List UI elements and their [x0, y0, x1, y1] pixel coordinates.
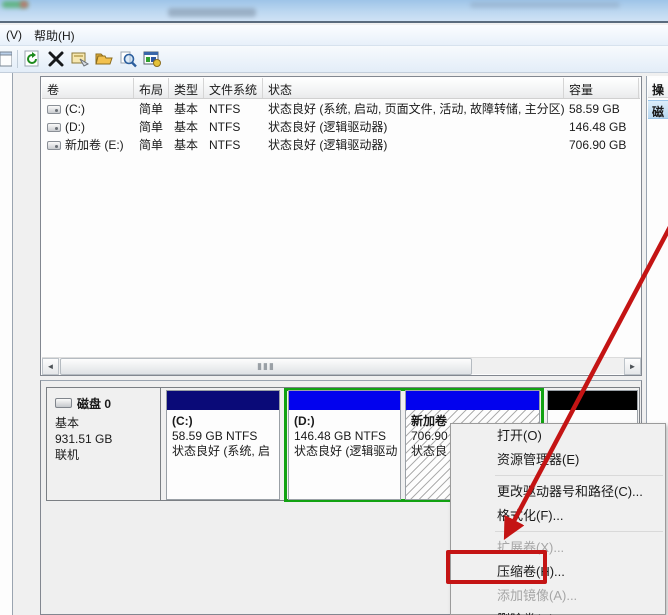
primary-partition-bar: [167, 391, 279, 410]
volume-drive-icon: [47, 123, 61, 132]
open-folder-icon[interactable]: [93, 49, 115, 69]
partition-status: 状态良好 (系统, 启: [172, 444, 277, 459]
scrollbar-thumb[interactable]: ▮▮▮: [60, 358, 472, 375]
volume-name: 新加卷 (E:): [65, 138, 124, 152]
menu-item-add-mirror: 添加镜像(A)...: [451, 584, 665, 608]
background-blur-decoration: [470, 2, 620, 8]
refresh-icon[interactable]: [21, 49, 43, 69]
volume-capacity: 706.90 GB: [564, 136, 639, 154]
volume-capacity: 146.48 GB: [564, 118, 639, 136]
volume-type: 基本: [169, 136, 204, 154]
column-header-filesystem[interactable]: 文件系统: [204, 78, 263, 98]
partition-size: 146.48 GB NTFS: [294, 429, 398, 444]
partition-title: (D:): [294, 414, 398, 429]
volume-layout: 简单: [134, 100, 169, 118]
scroll-right-button[interactable]: ►: [624, 358, 641, 375]
volume-capacity: 58.59 GB: [564, 100, 639, 118]
background-window-title-blur: [168, 8, 256, 17]
table-row-volume-e[interactable]: 新加卷 (E:) 简单 基本 NTFS 状态良好 (逻辑驱动器) 706.90 …: [42, 136, 639, 154]
menu-item-change-drive-letter[interactable]: 更改驱动器号和路径(C)...: [451, 480, 665, 504]
partition-d-block[interactable]: (D:) 146.48 GB NTFS 状态良好 (逻辑驱动: [288, 390, 401, 500]
column-header-volume[interactable]: 卷: [42, 78, 134, 98]
column-header-capacity[interactable]: 容量: [564, 78, 639, 98]
console-window-icon[interactable]: [0, 49, 14, 69]
table-row-volume-d[interactable]: (D:) 简单 基本 NTFS 状态良好 (逻辑驱动器) 146.48 GB: [42, 118, 639, 136]
background-blur-decoration: [20, 1, 28, 8]
column-header-layout[interactable]: 布局: [134, 78, 169, 98]
disk-name: 磁盘 0: [77, 397, 111, 411]
volume-type: 基本: [169, 118, 204, 136]
volume-drive-icon: [47, 105, 61, 114]
menu-item-delete-volume[interactable]: 删除卷(D)...: [451, 608, 665, 615]
volume-filesystem: NTFS: [204, 100, 263, 118]
column-header-type[interactable]: 类型: [169, 78, 204, 98]
table-row-volume-c[interactable]: (C:) 简单 基本 NTFS 状态良好 (系统, 启动, 页面文件, 活动, …: [42, 100, 639, 118]
disk-0-info[interactable]: 磁盘 0 基本 931.51 GB 联机: [47, 388, 161, 500]
disk-status: 联机: [55, 447, 154, 463]
menu-item-explorer[interactable]: 资源管理器(E): [451, 448, 665, 472]
menu-bar: (V) 帮助(H): [0, 25, 668, 46]
actions-pane-header: 操: [648, 78, 668, 98]
unallocated-bar: [548, 391, 637, 410]
toolbar-separator: [17, 50, 18, 68]
volume-filesystem: NTFS: [204, 136, 263, 154]
actions-pane-item-disk-management[interactable]: 磁: [648, 100, 668, 119]
partition-title: (C:): [172, 414, 277, 429]
disk-icon: [55, 398, 72, 408]
partition-c-block[interactable]: (C:) 58.59 GB NTFS 状态良好 (系统, 启: [166, 390, 280, 500]
menu-separator: [495, 531, 663, 532]
volume-drive-icon: [47, 141, 61, 150]
find-icon[interactable]: [117, 49, 139, 69]
volume-layout: 简单: [134, 118, 169, 136]
volume-name: (D:): [65, 120, 85, 134]
disk-capacity: 931.51 GB: [55, 431, 154, 447]
logical-drive-bar: [406, 391, 539, 410]
horizontal-scrollbar[interactable]: ◄ ▮▮▮ ►: [42, 357, 641, 374]
menu-item-format[interactable]: 格式化(F)...: [451, 504, 665, 528]
volume-status: 状态良好 (逻辑驱动器): [263, 118, 564, 136]
column-header-status[interactable]: 状态: [263, 78, 564, 98]
annotation-highlight-box: [446, 550, 547, 584]
volume-list-header: 卷 布局 类型 文件系统 状态 容量: [42, 78, 640, 99]
scroll-left-button[interactable]: ◄: [42, 358, 59, 375]
volume-name: (C:): [65, 102, 85, 116]
menu-item-open[interactable]: 打开(O): [451, 424, 665, 448]
volume-type: 基本: [169, 100, 204, 118]
properties-icon[interactable]: [69, 49, 91, 69]
volume-filesystem: NTFS: [204, 118, 263, 136]
partition-size: 58.59 GB NTFS: [172, 429, 277, 444]
volume-status: 状态良好 (逻辑驱动器): [263, 136, 564, 154]
disk-type: 基本: [55, 415, 154, 431]
volume-layout: 简单: [134, 136, 169, 154]
context-menu: 打开(O) 资源管理器(E) 更改驱动器号和路径(C)... 格式化(F)...…: [450, 423, 666, 615]
partition-status: 状态良好 (逻辑驱动: [294, 444, 398, 459]
logical-drive-bar: [289, 391, 400, 410]
menu-view-partial[interactable]: (V): [0, 26, 28, 44]
menu-help[interactable]: 帮助(H): [28, 25, 81, 46]
toolbar: [0, 46, 668, 73]
console-tree-panel: [0, 73, 13, 615]
volume-list-pane: 卷 布局 类型 文件系统 状态 容量 (C:) 简单 基本 NTFS 状态良好 …: [40, 76, 642, 376]
background-window-titlebar: [0, 0, 668, 23]
delete-icon[interactable]: [45, 49, 67, 69]
menu-separator: [495, 475, 663, 476]
volume-status: 状态良好 (系统, 启动, 页面文件, 活动, 故障转储, 主分区): [263, 100, 564, 118]
disk-view-icon[interactable]: [141, 49, 163, 69]
